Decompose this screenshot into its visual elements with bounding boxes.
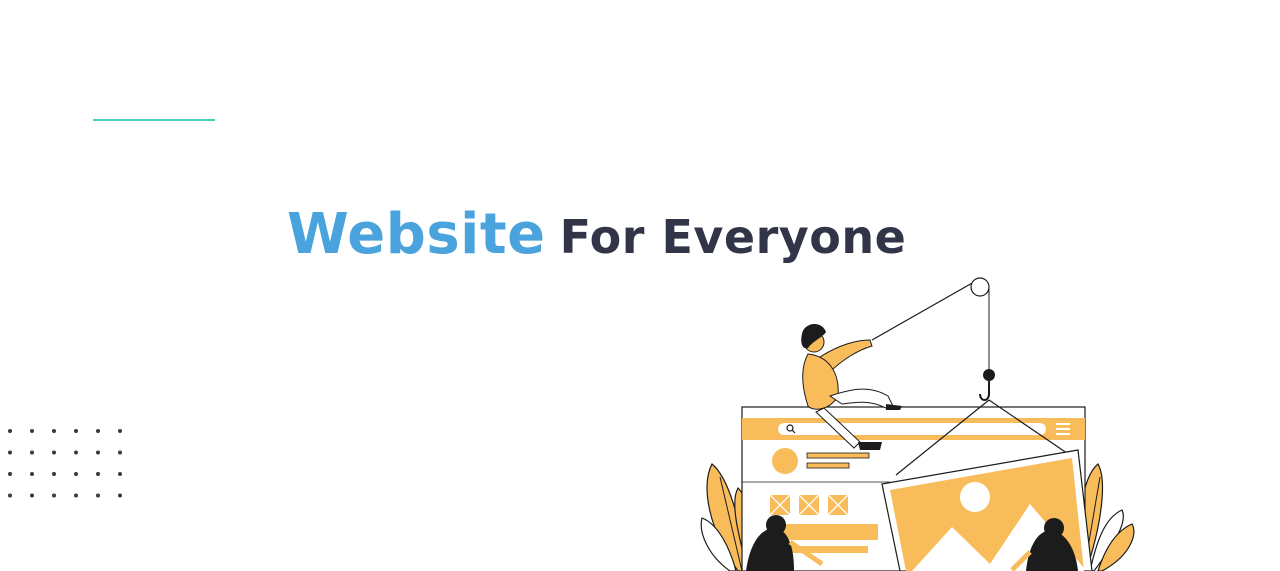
decor-dot	[8, 493, 12, 498]
decor-dot	[52, 450, 56, 455]
decor-dot	[118, 450, 122, 455]
decor-dot	[96, 472, 100, 476]
decor-dot	[8, 450, 12, 455]
decor-dot	[74, 450, 78, 455]
hero-title-rest: For Everyone	[559, 210, 907, 264]
decor-dot	[118, 472, 122, 476]
accent-line	[93, 119, 215, 121]
decor-dot	[96, 429, 100, 433]
decor-dot	[96, 450, 100, 455]
decor-dot	[30, 493, 34, 498]
decor-dot	[8, 472, 12, 476]
avatar-placeholder	[772, 448, 798, 474]
dot-grid-decoration	[8, 429, 122, 498]
decor-dot	[52, 472, 56, 476]
decor-dot	[8, 429, 12, 433]
hero-title-highlight: Website	[287, 202, 546, 267]
decor-dot	[74, 429, 78, 433]
decor-dot	[30, 429, 34, 433]
decor-dot	[96, 493, 100, 498]
website-building-illustration	[700, 277, 1135, 571]
decor-dot	[30, 472, 34, 476]
image-placeholder-row	[769, 494, 849, 516]
decor-dot	[74, 472, 78, 476]
decor-dot	[74, 493, 78, 498]
decor-dot	[52, 429, 56, 433]
decor-dot	[52, 493, 56, 498]
hero-heading: Website For Everyone	[287, 202, 906, 267]
decor-dot	[118, 493, 122, 498]
decor-dot	[30, 450, 34, 455]
decor-dot	[118, 429, 122, 433]
